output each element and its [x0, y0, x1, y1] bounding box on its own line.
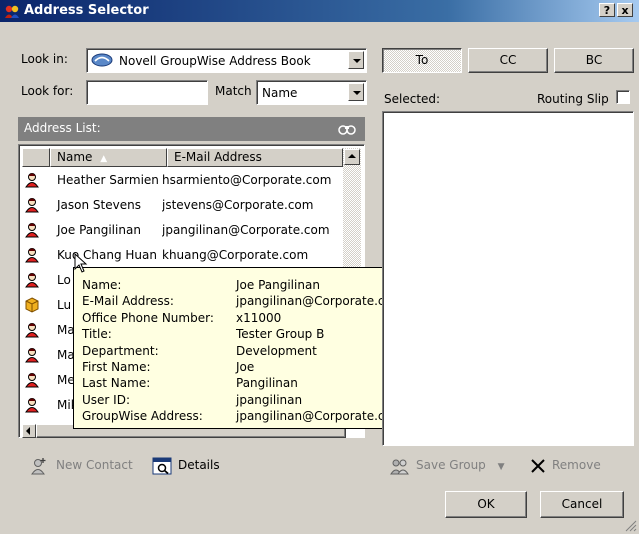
- help-button[interactable]: ?: [599, 3, 615, 17]
- tooltip-field-label: Title:: [82, 327, 112, 342]
- table-row[interactable]: Joe Pangilinan jpangilinan@Corporate.com: [22, 219, 347, 242]
- binoculars-icon[interactable]: [338, 121, 356, 137]
- tooltip-field-label: User ID:: [82, 392, 130, 407]
- table-row[interactable]: Jason Stevens jstevens@Corporate.com: [22, 194, 347, 217]
- new-contact-button[interactable]: New Contact: [30, 458, 133, 475]
- details-icon: [152, 457, 172, 475]
- contact-name: Lu: [57, 298, 72, 312]
- chevron-down-icon[interactable]: [348, 83, 364, 101]
- chevron-up-icon: [348, 154, 356, 158]
- tooltip-field-value: Pangilinan: [236, 376, 298, 391]
- tooltip-field-value: x11000: [236, 310, 282, 325]
- window-title: Address Selector: [24, 3, 149, 18]
- look-in-value: Novell GroupWise Address Book: [119, 54, 311, 68]
- tooltip-field-value: jpangilinan: [236, 392, 303, 407]
- person-icon: [25, 198, 39, 213]
- chevron-down-icon[interactable]: ▼: [498, 462, 505, 472]
- title-bar[interactable]: Address Selector ? x: [0, 0, 639, 22]
- routing-slip-label: Routing Slip: [537, 92, 609, 106]
- remove-icon: [531, 459, 545, 473]
- tooltip-field-label: Department:: [82, 343, 159, 358]
- contact-name: Lo: [57, 273, 71, 287]
- tooltip-field-value: jpangilinan@Corporate.com: [236, 409, 404, 424]
- scroll-up-button[interactable]: [344, 149, 360, 165]
- save-group-button[interactable]: Save Group ▼: [390, 458, 505, 475]
- contact-email: khuang@Corporate.com: [162, 248, 309, 262]
- address-list-header: Address List:: [18, 117, 365, 141]
- sort-ascending-icon: ▲: [100, 154, 108, 164]
- contact-email: jstevens@Corporate.com: [162, 198, 314, 212]
- remove-button[interactable]: Remove: [530, 458, 601, 473]
- column-header-icon[interactable]: [22, 148, 50, 167]
- column-name-label: Name: [57, 150, 93, 164]
- contact-name: Jason Stevens: [57, 198, 141, 212]
- details-label: Details: [178, 458, 220, 472]
- match-dropdown[interactable]: Name: [256, 80, 367, 105]
- column-header-email[interactable]: E-Mail Address: [167, 148, 343, 167]
- person-icon: [25, 398, 39, 413]
- tooltip-field-label: Last Name:: [82, 376, 151, 391]
- person-icon: [25, 348, 39, 363]
- look-in-label: Look in:: [21, 52, 68, 66]
- routing-slip-checkbox[interactable]: [616, 90, 630, 104]
- match-value: Name: [262, 86, 298, 100]
- scroll-left-button[interactable]: [22, 424, 36, 438]
- resize-grip-icon[interactable]: [625, 520, 637, 532]
- look-for-input[interactable]: [86, 80, 208, 105]
- tooltip-field-label: Office Phone Number:: [82, 310, 214, 325]
- match-label: Match: [215, 84, 252, 98]
- resource-icon: [25, 297, 39, 313]
- table-row[interactable]: Kuo Chang Huan khuang@Corporate.com: [22, 244, 347, 267]
- ok-button[interactable]: OK: [445, 491, 527, 518]
- contact-details-tooltip: Name: Joe Pangilinan E-Mail Address: jpangi…: [73, 267, 410, 429]
- close-button[interactable]: x: [617, 3, 633, 17]
- selected-label: Selected:: [384, 92, 441, 106]
- tooltip-field-label: First Name:: [82, 360, 151, 374]
- cc-button[interactable]: CC: [468, 48, 548, 73]
- contact-name: Heather Sarmien: [57, 173, 159, 187]
- look-for-label: Look for:: [21, 84, 74, 98]
- group-icon: [390, 459, 409, 475]
- look-in-dropdown[interactable]: Novell GroupWise Address Book: [86, 48, 367, 73]
- selected-recipients-list[interactable]: [382, 111, 634, 446]
- details-button[interactable]: Details: [152, 457, 220, 475]
- column-email-label: E-Mail Address: [174, 150, 262, 164]
- person-icon: [25, 323, 39, 338]
- contact-email: hsarmiento@Corporate.com: [162, 173, 332, 187]
- person-icon: [25, 273, 39, 288]
- cancel-button[interactable]: Cancel: [540, 491, 624, 518]
- mouse-cursor-icon: [74, 253, 88, 273]
- person-icon: [25, 373, 39, 388]
- contact-name: Joe Pangilinan: [57, 223, 141, 237]
- contact-email: jpangilinan@Corporate.com: [162, 223, 330, 237]
- remove-label: Remove: [552, 458, 601, 472]
- tooltip-field-label: GroupWise Address:: [82, 409, 203, 424]
- new-contact-icon: [31, 458, 46, 475]
- person-icon: [25, 223, 39, 238]
- chevron-down-icon[interactable]: [348, 51, 364, 69]
- address-list-label: Address List:: [24, 121, 101, 135]
- tooltip-field-value: Joe: [236, 360, 255, 374]
- column-header-name[interactable]: Name ▲: [50, 148, 167, 167]
- person-icon: [25, 248, 39, 263]
- address-book-icon: [5, 5, 19, 18]
- save-group-label: Save Group: [416, 458, 486, 472]
- tooltip-field-value: Development: [236, 343, 317, 358]
- tooltip-field-value: jpangilinan@Corporate.com: [236, 294, 404, 309]
- to-button[interactable]: To: [382, 48, 462, 73]
- chevron-left-icon: [26, 427, 30, 435]
- bc-button[interactable]: BC: [554, 48, 634, 73]
- new-contact-label: New Contact: [56, 458, 133, 472]
- table-row[interactable]: Heather Sarmien hsarmiento@Corporate.com: [22, 169, 347, 192]
- contact-name: Kuo Chang Huan: [57, 248, 157, 262]
- tooltip-field-value: Joe Pangilinan: [236, 278, 320, 292]
- address-book-icon: [91, 53, 113, 67]
- tooltip-field-label: E-Mail Address:: [82, 294, 174, 309]
- tooltip-field-label: Name:: [82, 278, 122, 292]
- person-icon: [25, 173, 39, 188]
- tooltip-field-value: Tester Group B: [236, 327, 325, 342]
